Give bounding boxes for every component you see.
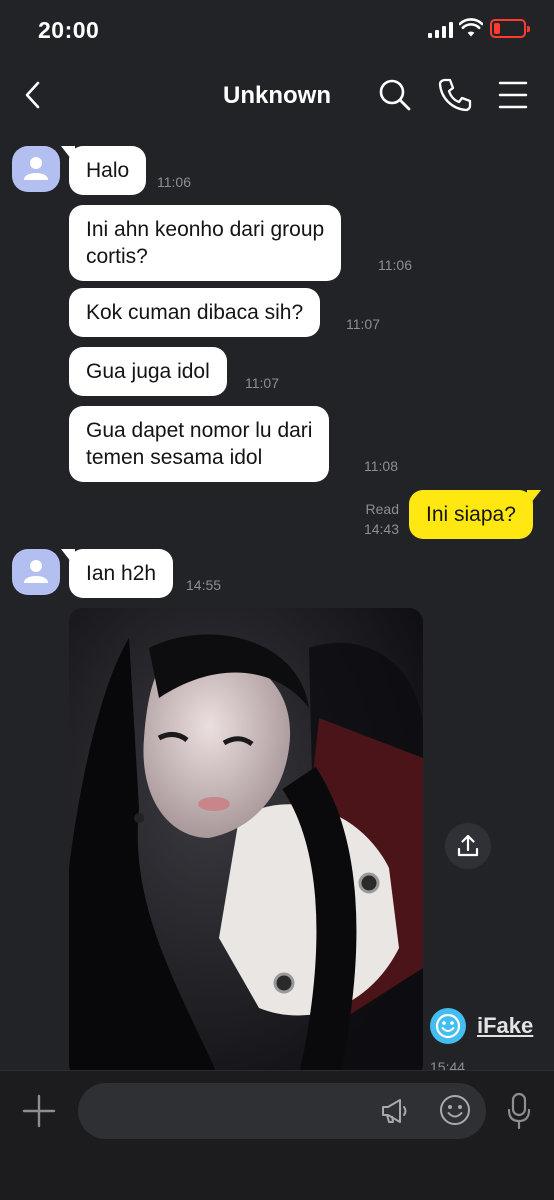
message-bubble[interactable]: Ian h2h	[60, 549, 174, 598]
message-text: Ini ahn keonho dari group	[86, 218, 325, 241]
message-text: cortis?	[86, 245, 148, 268]
message-bubble[interactable]: Kok cuman dibaca sih?	[69, 288, 321, 337]
message-text: Kok cuman dibaca sih?	[86, 301, 304, 324]
status-time: 20:00	[38, 17, 100, 43]
read-receipt: Read	[365, 501, 399, 517]
megaphone-icon[interactable]	[378, 1095, 410, 1127]
message-time: 11:06	[378, 257, 412, 273]
message-bubble[interactable]: Gua dapet nomor lu dari temen sesama ido…	[69, 406, 330, 482]
plus-icon[interactable]	[22, 1094, 56, 1128]
emoji-icon[interactable]	[438, 1093, 472, 1127]
phone-icon[interactable]	[437, 77, 473, 113]
share-icon	[457, 834, 479, 857]
message-time: 14:43	[363, 521, 399, 537]
message-text: Ian h2h	[86, 562, 157, 585]
message-time: 11:06	[157, 174, 191, 190]
contact-avatar[interactable]	[12, 146, 60, 192]
message-text: temen sesama idol	[86, 446, 263, 469]
message-time: 14:55	[186, 577, 222, 593]
share-button[interactable]	[445, 823, 491, 869]
contact-avatar[interactable]	[12, 549, 60, 595]
cellular-signal-icon	[428, 22, 454, 38]
watermark-text: iFake	[477, 1013, 534, 1038]
message-text: Gua juga idol	[86, 360, 210, 383]
message-field[interactable]	[78, 1083, 486, 1139]
menu-icon[interactable]	[495, 77, 531, 113]
wifi-icon	[459, 18, 483, 37]
message-time: 11:07	[245, 375, 279, 391]
search-icon[interactable]	[377, 77, 413, 113]
message-text: Gua dapet nomor lu dari	[86, 419, 313, 442]
message-bubble[interactable]: Ini ahn keonho dari group cortis?	[69, 205, 342, 281]
message-input-bar	[0, 1070, 554, 1200]
status-bar: 20:00	[0, 0, 554, 60]
message-time: 11:08	[364, 458, 398, 474]
battery-icon	[490, 19, 530, 38]
chat-header: Unknown	[0, 62, 554, 132]
message-time: 11:07	[346, 316, 380, 332]
my-message-bubble[interactable]: Ini siapa?	[409, 490, 541, 539]
message-text: Halo	[86, 159, 130, 182]
message-text: Ini siapa?	[426, 503, 516, 526]
message-input[interactable]	[98, 1097, 368, 1125]
message-bubble[interactable]: Halo	[60, 146, 147, 195]
photo-message[interactable]	[69, 608, 423, 1078]
watermark-logo-icon	[430, 1008, 466, 1044]
microphone-icon[interactable]	[506, 1092, 532, 1130]
message-bubble[interactable]: Gua juga idol	[69, 347, 227, 396]
